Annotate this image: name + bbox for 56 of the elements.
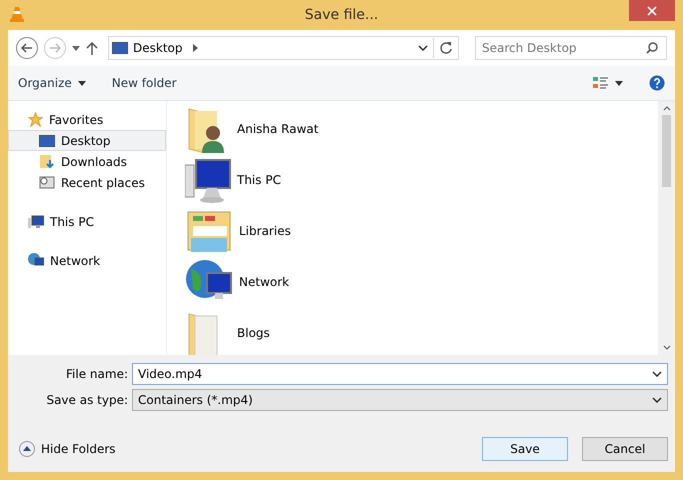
up-button[interactable] (86, 41, 98, 55)
sidebar-item[interactable]: Network (8, 250, 166, 271)
file-type-input[interactable]: Containers (*.mp4) (133, 393, 652, 407)
cancel-button[interactable]: Cancel (582, 437, 668, 461)
help-button[interactable] (649, 75, 665, 91)
file-item-label[interactable]: Network (239, 274, 290, 288)
search-field[interactable]: Search Desktop (475, 36, 667, 60)
collapse-icon (19, 441, 35, 457)
chevron-right-icon (192, 44, 198, 52)
file-item-label[interactable]: This PC (237, 172, 281, 186)
organize-menu[interactable]: Organize (18, 76, 86, 90)
sidebar-item[interactable]: Downloads (8, 151, 166, 172)
address-bar[interactable]: Desktop (108, 36, 459, 60)
caret-icon (78, 80, 86, 86)
save-button[interactable]: Save (482, 437, 568, 461)
file-item-label[interactable]: Blogs (237, 326, 270, 340)
path-segment[interactable]: Desktop (133, 41, 182, 55)
view-options-button[interactable] (593, 76, 623, 90)
desktop-icon (112, 42, 128, 54)
sidebar-item[interactable]: Favorites (8, 109, 166, 130)
chevron-down-icon (652, 397, 662, 403)
sidebar-item[interactable]: This PC (8, 211, 166, 232)
caret-icon (615, 80, 623, 86)
scrollbar-track[interactable] (658, 101, 675, 355)
download-folder-icon (39, 154, 55, 169)
computer-icon (28, 214, 44, 228)
chevron-down-icon (652, 371, 662, 377)
file-type-dropdown[interactable]: Containers (*.mp4) (132, 389, 668, 411)
recent-locations-button[interactable] (72, 46, 80, 50)
close-button[interactable] (629, 0, 675, 21)
back-button[interactable] (16, 37, 38, 59)
scroll-thumb[interactable] (662, 115, 671, 187)
new-folder-button[interactable]: New folder (112, 76, 177, 90)
sidebar-item[interactable]: Desktop (8, 130, 166, 151)
window-title: Save file... (304, 7, 378, 23)
file-item-label[interactable]: Libraries (239, 224, 291, 238)
network-icon (28, 253, 44, 268)
forward-arrow-icon (49, 43, 61, 53)
hide-folders-button[interactable]: Hide Folders (19, 441, 116, 457)
scroll-down-icon[interactable] (662, 345, 670, 350)
search-icon (646, 42, 658, 54)
field-label: Save as type: (45, 393, 129, 407)
star-icon (28, 112, 43, 127)
file-name-field[interactable]: Video.mp4 (132, 363, 668, 385)
chevron-down-icon (418, 45, 428, 51)
field-label: File name: (65, 367, 129, 381)
recent-places-icon (39, 175, 55, 190)
file-name-input[interactable]: Video.mp4 (133, 367, 652, 381)
scroll-up-icon[interactable] (662, 106, 670, 111)
file-item-label[interactable]: Anisha Rawat (237, 122, 318, 136)
back-arrow-icon (21, 43, 33, 53)
desktop-icon (39, 134, 55, 146)
computer-icon (185, 156, 231, 202)
close-icon (647, 6, 657, 16)
sidebar-item[interactable]: Recent places (8, 172, 166, 193)
traffic-cone-logo (10, 6, 24, 22)
